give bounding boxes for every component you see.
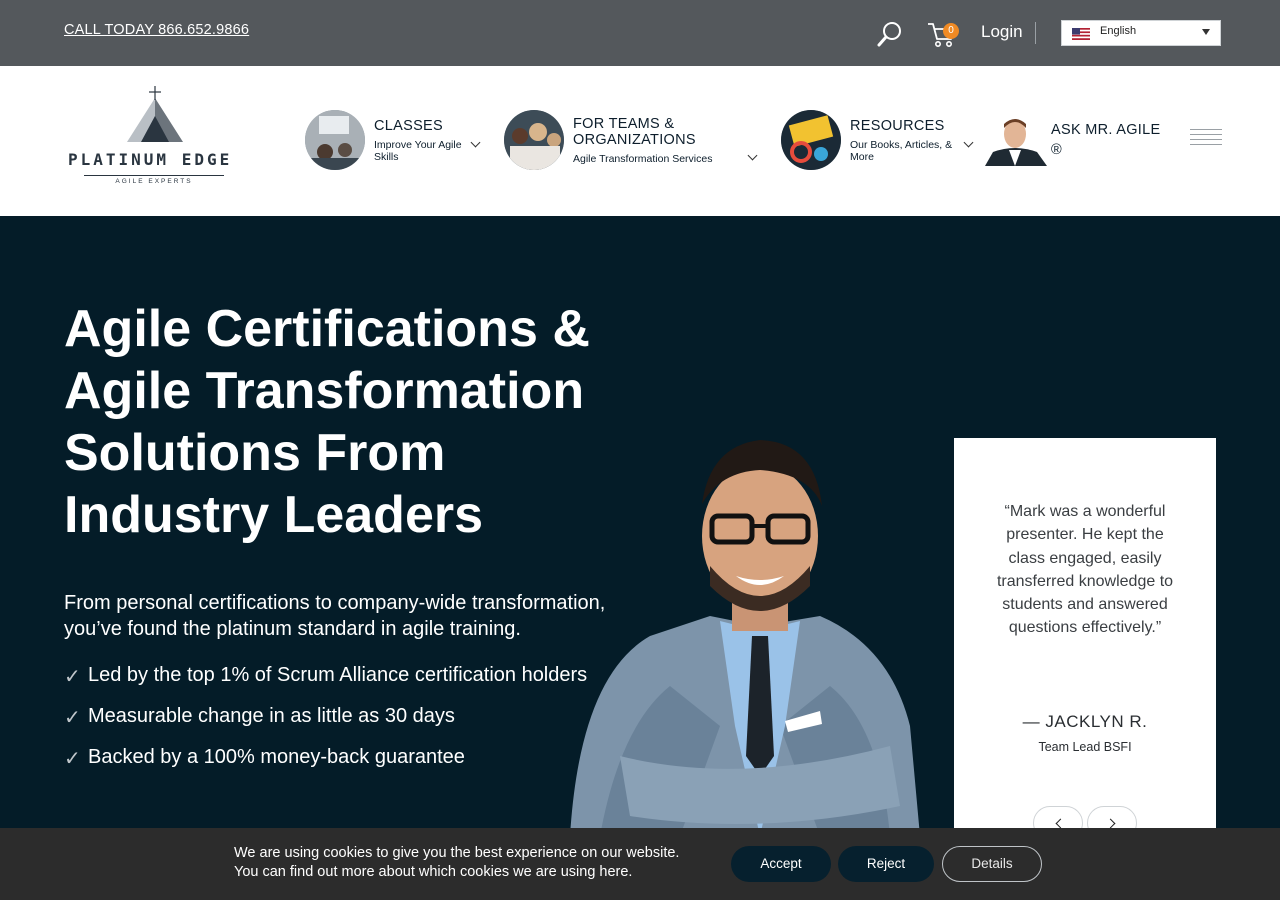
classes-photo-icon — [305, 110, 365, 170]
cookie-message-line1: We are using cookies to give you the bes… — [234, 845, 680, 861]
benefit-text: Backed by a 100% money-back guarantee — [88, 746, 465, 768]
checkmark-icon: ✓ — [64, 707, 81, 729]
hamburger-menu-icon[interactable] — [1190, 129, 1222, 149]
benefit-item: ✓ Measurable change in as little as 30 d… — [64, 705, 587, 746]
resources-book-icon — [781, 110, 841, 170]
us-flag-icon — [1072, 28, 1090, 40]
accept-cookies-button[interactable]: Accept — [731, 846, 831, 882]
cookie-consent-bar: We are using cookies to give you the bes… — [0, 828, 1280, 900]
search-icon[interactable] — [876, 20, 904, 48]
checkmark-icon: ✓ — [64, 748, 81, 770]
benefit-text: Measurable change in as little as 30 day… — [88, 705, 455, 727]
chevron-left-icon — [1055, 818, 1066, 828]
cookie-message: We are using cookies to give you the bes… — [234, 844, 679, 882]
language-label: English — [1100, 25, 1137, 37]
nav-classes-subtitle: Improve Your Agile Skills — [374, 139, 462, 163]
benefit-text: Led by the top 1% of Scrum Alliance cert… — [88, 664, 588, 686]
benefit-item: ✓ Backed by a 100% money-back guarantee — [64, 746, 587, 787]
testimonial-prev-button[interactable] — [1033, 806, 1083, 828]
site-header: PLATINUM EDGE AGILE EXPERTS CLASSES Impr… — [0, 66, 1280, 216]
checkmark-icon: ✓ — [64, 666, 81, 688]
cart-count-badge: 0 — [943, 23, 959, 39]
login-link[interactable]: Login — [981, 22, 1023, 42]
hero-subtitle: From personal certifications to company-… — [64, 592, 606, 640]
chevron-down-icon — [747, 150, 758, 161]
testimonial-next-button[interactable] — [1087, 806, 1137, 828]
nav-ask-mr-agile-title: ASK MR. AGILE ® — [1051, 122, 1161, 158]
chevron-down-icon — [470, 137, 481, 148]
hero-section: Agile Certifications & Agile Transformat… — [0, 216, 1280, 828]
logo-wordmark: PLATINUM EDGE — [68, 150, 233, 169]
nav-teams-title: FOR TEAMS & ORGANIZATIONS — [573, 116, 696, 148]
testimonial-quote: “Mark was a wonderful presenter. He kept… — [996, 503, 1174, 637]
testimonial-role: Team Lead BSFI — [1038, 740, 1132, 754]
nav-classes-title: CLASSES — [374, 118, 443, 134]
nav-resources-title: RESOURCES — [850, 118, 945, 134]
chevron-right-icon — [1105, 818, 1116, 828]
topbar-divider — [1035, 22, 1036, 44]
hero-presenter-image — [570, 440, 920, 828]
nav-teams-subtitle: Agile Transformation Services — [573, 153, 713, 165]
cookie-message-line2[interactable]: You can find out more about which cookie… — [234, 863, 679, 882]
testimonial-card: “Mark was a wonderful presenter. He kept… — [954, 438, 1216, 828]
reject-cookies-button[interactable]: Reject — [838, 846, 934, 882]
language-select[interactable]: English — [1061, 20, 1221, 46]
logo-tagline: AGILE EXPERTS — [84, 175, 224, 185]
top-bar: CALL TODAY 866.652.9866 0 Login English — [0, 0, 1280, 66]
chevron-down-icon — [963, 137, 974, 148]
cookie-details-button[interactable]: Details — [942, 846, 1042, 882]
call-phone-link[interactable]: CALL TODAY 866.652.9866 — [64, 22, 249, 38]
nav-resources-subtitle: Our Books, Articles, & More — [850, 139, 953, 163]
hero-benefits-list: ✓ Led by the top 1% of Scrum Alliance ce… — [64, 664, 587, 787]
platinum-edge-logo[interactable]: PLATINUM EDGE AGILE EXPERTS — [64, 86, 246, 186]
testimonial-author: — JACKLYN R. — [1022, 712, 1148, 731]
logo-mountain-icon — [127, 86, 183, 142]
teams-photo-icon — [504, 110, 564, 170]
benefit-item: ✓ Led by the top 1% of Scrum Alliance ce… — [64, 664, 587, 705]
mr-agile-portrait-icon — [985, 114, 1047, 166]
dropdown-arrow-icon — [1202, 29, 1210, 35]
